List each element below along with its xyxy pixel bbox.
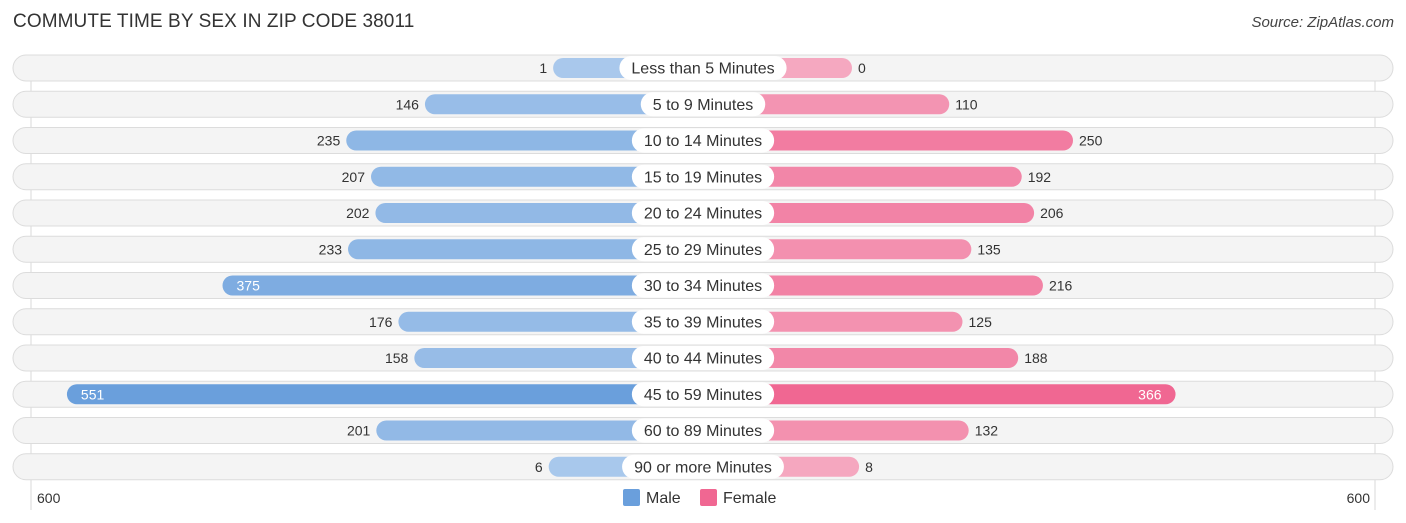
category-label: 90 or more Minutes [634,459,772,476]
female-value-label: 0 [858,60,866,76]
male-value-label: 158 [385,350,409,366]
female-value-label: 110 [955,96,978,112]
axis-label-right: 600 [1347,490,1371,506]
category-label: 10 to 14 Minutes [644,133,762,150]
category-label: 25 to 29 Minutes [644,242,762,259]
male-value-label: 235 [317,133,341,149]
axis-label-left: 600 [37,490,61,506]
legend-label-female[interactable]: Female [723,490,776,507]
legend-swatch-male [623,489,640,506]
female-value-label: 192 [1028,169,1052,185]
category-label: 45 to 59 Minutes [644,387,762,404]
male-value-label: 201 [347,423,371,439]
chart-canvas: Less than 5 Minutes 1 0 5 to 9 Minutes 146 11… [12,54,1394,510]
male-value-label: 202 [346,205,370,221]
female-value-label: 132 [975,423,999,439]
female-value-label: 206 [1040,205,1064,221]
female-value-label: 250 [1079,133,1103,149]
category-label: 15 to 19 Minutes [644,169,762,186]
male-value-label: 207 [342,169,366,185]
male-value-label: 233 [319,241,343,257]
male-value-label: 375 [237,278,261,294]
category-label: 60 to 89 Minutes [644,423,762,440]
male-value-label: 6 [535,459,543,475]
legend-label-male[interactable]: Male [646,490,681,507]
category-label: 30 to 34 Minutes [644,278,762,295]
category-label: 40 to 44 Minutes [644,351,762,368]
category-label: 5 to 9 Minutes [653,97,754,114]
female-value-label: 366 [1138,386,1162,402]
category-label: 35 to 39 Minutes [644,314,762,331]
male-value-label: 146 [396,96,420,112]
male-bar[interactable] [222,275,704,296]
female-value-label: 188 [1024,350,1048,366]
male-value-label: 1 [539,60,547,76]
female-value-label: 216 [1049,278,1073,294]
male-value-label: 176 [369,314,393,330]
female-value-label: 125 [969,314,993,330]
male-bar[interactable] [66,384,703,405]
category-label: 20 to 24 Minutes [644,206,762,223]
category-label: Less than 5 Minutes [631,61,774,78]
legend-swatch-female [700,489,717,506]
male-value-label: 551 [81,386,105,402]
female-value-label: 8 [865,459,873,475]
female-value-label: 135 [977,241,1001,257]
